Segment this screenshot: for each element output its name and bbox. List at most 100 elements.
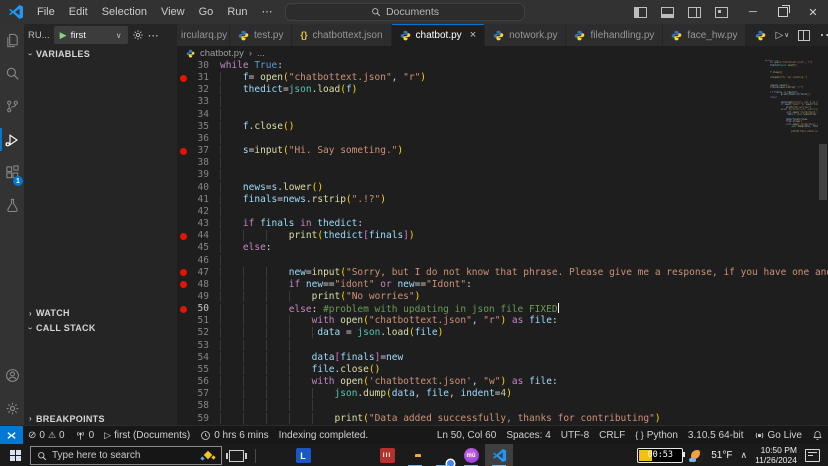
menu-file[interactable]: File <box>30 0 62 24</box>
code-line-55[interactable]: 55 file.close() <box>177 364 828 376</box>
line-number[interactable]: 38 <box>177 157 209 169</box>
activity-source-control[interactable] <box>0 90 24 123</box>
code-line-59[interactable]: 59 print("Data added successfully, thank… <box>177 413 828 425</box>
line-number[interactable]: 59 <box>177 413 209 425</box>
tab-test.py[interactable]: test.py <box>230 24 292 46</box>
status-cursor-position[interactable]: Ln 50, Col 60 <box>432 426 502 444</box>
taskbar-designer-app[interactable] <box>317 444 345 466</box>
restore-icon[interactable] <box>768 0 798 24</box>
code-line-54[interactable]: 54 data[finals]=new <box>177 352 828 364</box>
task-view-button[interactable] <box>222 444 250 466</box>
weather-moon-icon[interactable] <box>691 450 703 462</box>
breadcrumb-more[interactable]: ... <box>257 48 265 59</box>
taskbar-clock[interactable]: 10:50 PM 11/26/2024 <box>755 446 797 465</box>
more-actions-icon[interactable]: ⋯ <box>819 25 828 45</box>
status-go-live[interactable]: Go Live <box>749 426 807 444</box>
toggle-secondary-sidebar-icon[interactable] <box>688 7 701 18</box>
taskbar-vscode[interactable] <box>485 444 513 466</box>
line-number[interactable]: 57 <box>177 388 209 400</box>
copilot-sparkle-icon[interactable] <box>201 450 215 462</box>
code-line-35[interactable]: 35 f.close() <box>177 121 828 133</box>
line-number[interactable]: 54 <box>177 352 209 364</box>
debug-config-dropdown[interactable]: ▶ first ∨ <box>54 26 128 44</box>
status-problems[interactable]: ⊘0⚠0 <box>23 426 70 444</box>
line-number[interactable]: 51 <box>177 315 209 327</box>
code-line-38[interactable]: 38 <box>177 157 828 169</box>
tab-chatbottext.json[interactable]: {}chatbottext.json <box>292 24 391 46</box>
code-line-57[interactable]: 57 json.dump(data, file, indent=4) <box>177 388 828 400</box>
menu-view[interactable]: View <box>154 0 192 24</box>
status-eol[interactable]: CRLF <box>594 426 630 444</box>
line-number[interactable]: 55 <box>177 364 209 376</box>
status-language-mode[interactable]: { }Python <box>630 426 683 444</box>
section-variables[interactable]: › VARIABLES <box>24 46 177 62</box>
code-line-46[interactable]: 46 <box>177 255 828 267</box>
activity-run-and-debug[interactable] <box>0 123 24 156</box>
code-line-41[interactable]: 41 finals=news.rstrip(".!?") <box>177 194 828 206</box>
notification-center-icon[interactable] <box>805 449 820 462</box>
line-number[interactable]: 31 <box>177 72 209 84</box>
tab-ircularq.py[interactable]: ircularq.py <box>177 24 230 46</box>
line-number[interactable]: 35 <box>177 121 209 133</box>
line-number[interactable]: 34 <box>177 109 209 121</box>
code-line-49[interactable]: 49 print("No worries") <box>177 291 828 303</box>
battery-timer[interactable]: 00:53 <box>637 448 683 463</box>
line-number[interactable]: 43 <box>177 218 209 230</box>
split-editor-icon[interactable] <box>798 30 810 41</box>
code-line-43[interactable]: 43 if finals in thedict: <box>177 218 828 230</box>
line-number[interactable]: 46 <box>177 255 209 267</box>
line-number[interactable]: 45 <box>177 242 209 254</box>
section-call-stack[interactable]: › CALL STACK <box>24 320 177 336</box>
customize-layout-icon[interactable] <box>715 7 728 18</box>
code-line-42[interactable]: 42 <box>177 206 828 218</box>
code-line-47[interactable]: 47 new=input("Sorry, but I do not know t… <box>177 267 828 279</box>
tab-notwork.py[interactable]: notwork.py <box>485 24 566 46</box>
line-number[interactable]: 50 <box>177 303 209 315</box>
code-line-51[interactable]: 51 with open("chatbottext.json", "r") as… <box>177 315 828 327</box>
taskbar-chrome-browser[interactable] <box>429 444 457 466</box>
menu-selection[interactable]: Selection <box>95 0 154 24</box>
menu-[interactable]: ⋯ <box>255 0 280 24</box>
tab-face_hw.py[interactable]: face_hw.py <box>663 24 746 46</box>
code-line-40[interactable]: 40 news=s.lower() <box>177 182 828 194</box>
line-number[interactable]: 53 <box>177 340 209 352</box>
code-line-39[interactable]: 39 <box>177 169 828 181</box>
activity-explorer[interactable] <box>0 24 24 57</box>
status-indentation[interactable]: Spaces: 4 <box>501 426 555 444</box>
code-line-45[interactable]: 45 else: <box>177 242 828 254</box>
status-indexing-status[interactable]: Indexing completed. <box>274 426 374 444</box>
activity-extensions[interactable]: 1 <box>0 156 24 189</box>
code-line-44[interactable]: 44 print(thedict[finals]) <box>177 230 828 242</box>
status-notifications[interactable] <box>807 426 828 444</box>
status-remote-indicator[interactable] <box>0 426 23 444</box>
code-line-37[interactable]: 37 s=input("Hi. Say someting.") <box>177 145 828 157</box>
start-button[interactable] <box>0 444 30 466</box>
taskbar-mu-editor[interactable]: mû <box>457 444 485 466</box>
status-debug-config[interactable]: ▷first (Documents) <box>99 426 195 444</box>
start-debug-icon[interactable]: ▶ <box>60 30 67 41</box>
line-number[interactable]: 36 <box>177 133 209 145</box>
code-line-31[interactable]: 31 f= open("chatbottext.json", "r") <box>177 72 828 84</box>
breadcrumb[interactable]: chatbot.py › ... <box>177 46 828 60</box>
line-number[interactable]: 40 <box>177 182 209 194</box>
code-line-53[interactable]: 53 <box>177 340 828 352</box>
tab-chatbot.py[interactable]: chatbot.py× <box>392 24 486 46</box>
status-ports[interactable]: 0 <box>70 426 100 444</box>
breadcrumb-file[interactable]: chatbot.py <box>200 48 244 59</box>
activity-testing[interactable] <box>0 189 24 222</box>
line-number[interactable]: 56 <box>177 376 209 388</box>
line-number[interactable]: 33 <box>177 96 209 108</box>
code-line-56[interactable]: 56 with open('chatbottext.json', "w") as… <box>177 376 828 388</box>
menu-edit[interactable]: Edit <box>62 0 95 24</box>
editor-scrollbar[interactable] <box>818 60 828 425</box>
close-icon[interactable]: ✕ <box>798 0 828 24</box>
code-line-33[interactable]: 33 <box>177 96 828 108</box>
command-center-search[interactable]: Documents <box>285 3 525 21</box>
status-python-version[interactable]: 3.10.5 64-bit <box>683 426 749 444</box>
line-number[interactable]: 37 <box>177 145 209 157</box>
line-number[interactable]: 39 <box>177 169 209 181</box>
taskbar-file-explorer[interactable] <box>401 444 429 466</box>
line-number[interactable]: 49 <box>177 291 209 303</box>
line-number[interactable]: 32 <box>177 84 209 96</box>
code-editor[interactable]: 30while True:31 f= open("chatbottext.jso… <box>177 60 828 425</box>
